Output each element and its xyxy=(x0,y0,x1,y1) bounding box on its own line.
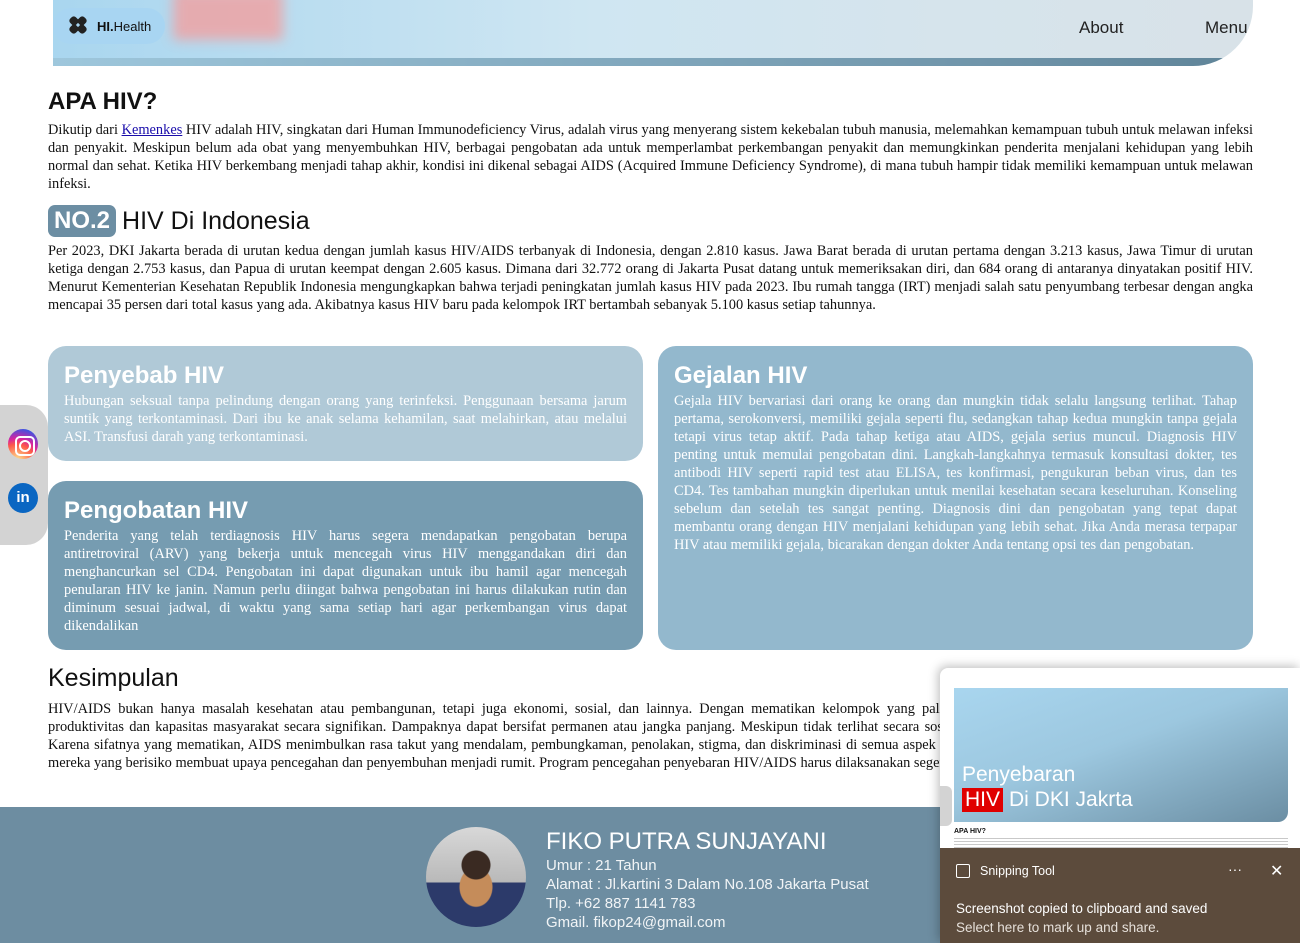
thumbnail-top-bar xyxy=(954,678,1288,688)
thumbnail-apa-title: APA HIV? xyxy=(954,828,986,835)
card-gejala-text: Gejala HIV bervariasi dari orang ke oran… xyxy=(674,393,1237,553)
thumbnail-title-line2: HIV Di DKI Jakrta xyxy=(962,788,1133,812)
card-penyebab: Penyebab HIV Hubungan seksual tanpa peli… xyxy=(48,346,643,461)
apa-body: HIV adalah HIV, singkatan dari Human Imm… xyxy=(48,122,1253,192)
thumbnail-title-rest: Di DKI Jakrta xyxy=(1009,788,1133,811)
author-email: Gmail. fikop24@gmail.com xyxy=(546,914,726,931)
instagram-icon[interactable] xyxy=(8,429,38,459)
card-pengobatan: Pengobatan HIV Penderita yang telah terd… xyxy=(48,481,643,650)
linkedin-icon[interactable]: in xyxy=(8,483,38,513)
nav-menu[interactable]: Menu xyxy=(1205,18,1248,38)
section-title-kesimpulan: Kesimpulan xyxy=(48,664,179,692)
author-address: Alamat : Jl.kartini 3 Dalam No.108 Jakar… xyxy=(546,876,869,893)
card-gejala-title: Gejalan HIV xyxy=(674,362,808,389)
close-icon[interactable]: ✕ xyxy=(1270,861,1283,881)
card-gejala: Gejalan HIV Gejala HIV bervariasi dari o… xyxy=(658,346,1253,650)
thumbnail-title-line1: Penyebaran xyxy=(962,763,1076,786)
author-name: FIKO PUTRA SUNJAYANI xyxy=(546,828,827,855)
author-age: Umur : 21 Tahun xyxy=(546,857,657,874)
site-logo[interactable]: HI.Health xyxy=(53,8,166,44)
logo-text: Health xyxy=(113,18,152,34)
indonesia-paragraph: Per 2023, DKI Jakarta berada di urutan k… xyxy=(48,243,1253,313)
section-title-indonesia: NO.2 HIV Di Indonesia xyxy=(48,205,310,237)
header-banner xyxy=(53,0,1253,66)
banner-image-fragment xyxy=(173,0,283,40)
notification-action-hint[interactable]: Select here to mark up and share. xyxy=(956,920,1159,935)
kemenkes-link[interactable]: Kemenkes xyxy=(122,122,183,138)
thumbnail-hiv-highlight: HIV xyxy=(962,788,1004,812)
apa-intro: Dikutip dari xyxy=(48,122,122,138)
author-phone: Tlp. +62 887 1141 783 xyxy=(546,895,696,912)
card-penyebab-text: Hubungan seksual tanpa pelindung dengan … xyxy=(64,393,627,445)
social-sidebar: in xyxy=(0,405,48,545)
nav-about[interactable]: About xyxy=(1079,18,1123,38)
avatar xyxy=(426,827,526,927)
card-penyebab-title: Penyebab HIV xyxy=(64,362,225,389)
indonesia-title: HIV Di Indonesia xyxy=(122,206,310,235)
card-pengobatan-title: Pengobatan HIV xyxy=(64,497,249,524)
thumbnail-text-lines xyxy=(954,838,1288,848)
snipping-tool-icon xyxy=(956,864,970,878)
more-icon[interactable]: ··· xyxy=(1228,861,1242,877)
thumbnail-social-sidebar xyxy=(940,786,952,826)
logo-text-bold: HI. xyxy=(97,18,114,34)
apa-hiv-paragraph: Dikutip dari Kemenkes HIV adalah HIV, si… xyxy=(48,121,1253,193)
snipping-tool-notification[interactable]: Penyebaran HIV Di DKI Jakrta APA HIV? Sn… xyxy=(940,668,1300,943)
notification-message: Screenshot copied to clipboard and saved xyxy=(956,901,1208,916)
number-badge: NO.2 xyxy=(48,205,117,237)
notification-app-name: Snipping Tool xyxy=(980,864,1055,878)
health-logo-icon xyxy=(67,14,89,39)
section-title-apa-hiv: APA HIV? xyxy=(48,88,158,115)
banner-underline xyxy=(53,58,1253,66)
card-pengobatan-text: Penderita yang telah terdiagnosis HIV ha… xyxy=(64,528,627,634)
